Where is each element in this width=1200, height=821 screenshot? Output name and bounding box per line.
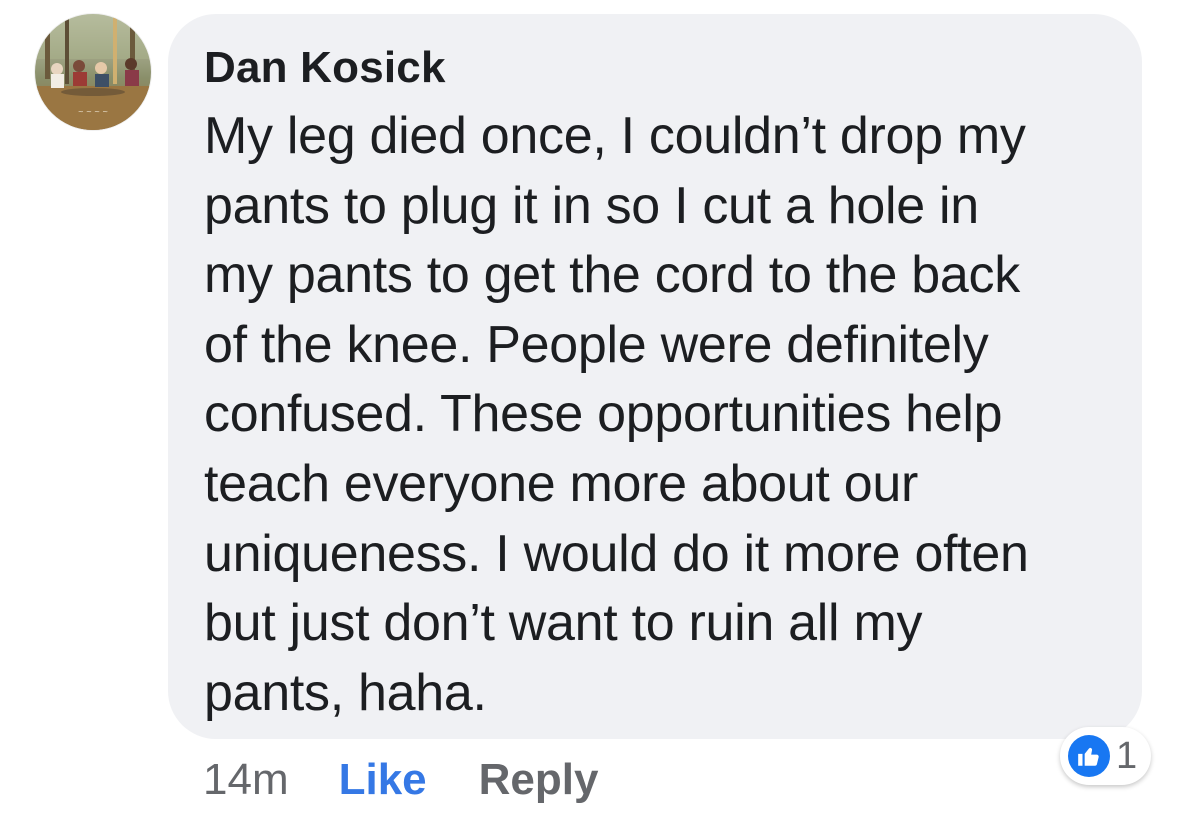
avatar-photo: ~ ~ ~ ~: [35, 14, 151, 130]
comment-bubble: Dan Kosick My leg died once, I couldn’t …: [168, 14, 1142, 739]
comment-line: My leg died once, I couldn’t drop my: [204, 107, 1026, 165]
comment-line: uniqueness. I would do it more often: [204, 524, 1029, 583]
reaction-summary[interactable]: 1: [1060, 727, 1152, 785]
comment-line: teach everyone more about our: [204, 454, 918, 513]
comment-line: of the knee. People were definitely: [204, 315, 989, 374]
reaction-count: 1: [1116, 734, 1138, 777]
comment-line: pants to plug it in so I cut a hole in: [204, 176, 979, 235]
comment-actions: 14m Like Reply: [203, 752, 598, 808]
thumbs-up-icon: [1068, 735, 1110, 777]
reply-button[interactable]: Reply: [479, 755, 599, 805]
comment-author[interactable]: Dan Kosick: [204, 40, 1112, 96]
comment-timestamp[interactable]: 14m: [203, 755, 289, 805]
comment-line: pants, haha.: [204, 663, 487, 722]
comment-line: my pants to get the cord to the back: [204, 246, 1020, 305]
comment-line: confused. These opportunities help: [204, 385, 1003, 444]
thumbs-up-glyph: [1078, 747, 1099, 766]
avatar[interactable]: ~ ~ ~ ~: [35, 14, 151, 130]
like-button[interactable]: Like: [339, 755, 427, 805]
svg-text:~ ~ ~ ~: ~ ~ ~ ~: [78, 108, 108, 116]
comment-text: My leg died once, I couldn’t drop my pan…: [204, 102, 1112, 728]
comment-line: but just don’t want to ruin all my: [204, 594, 923, 653]
